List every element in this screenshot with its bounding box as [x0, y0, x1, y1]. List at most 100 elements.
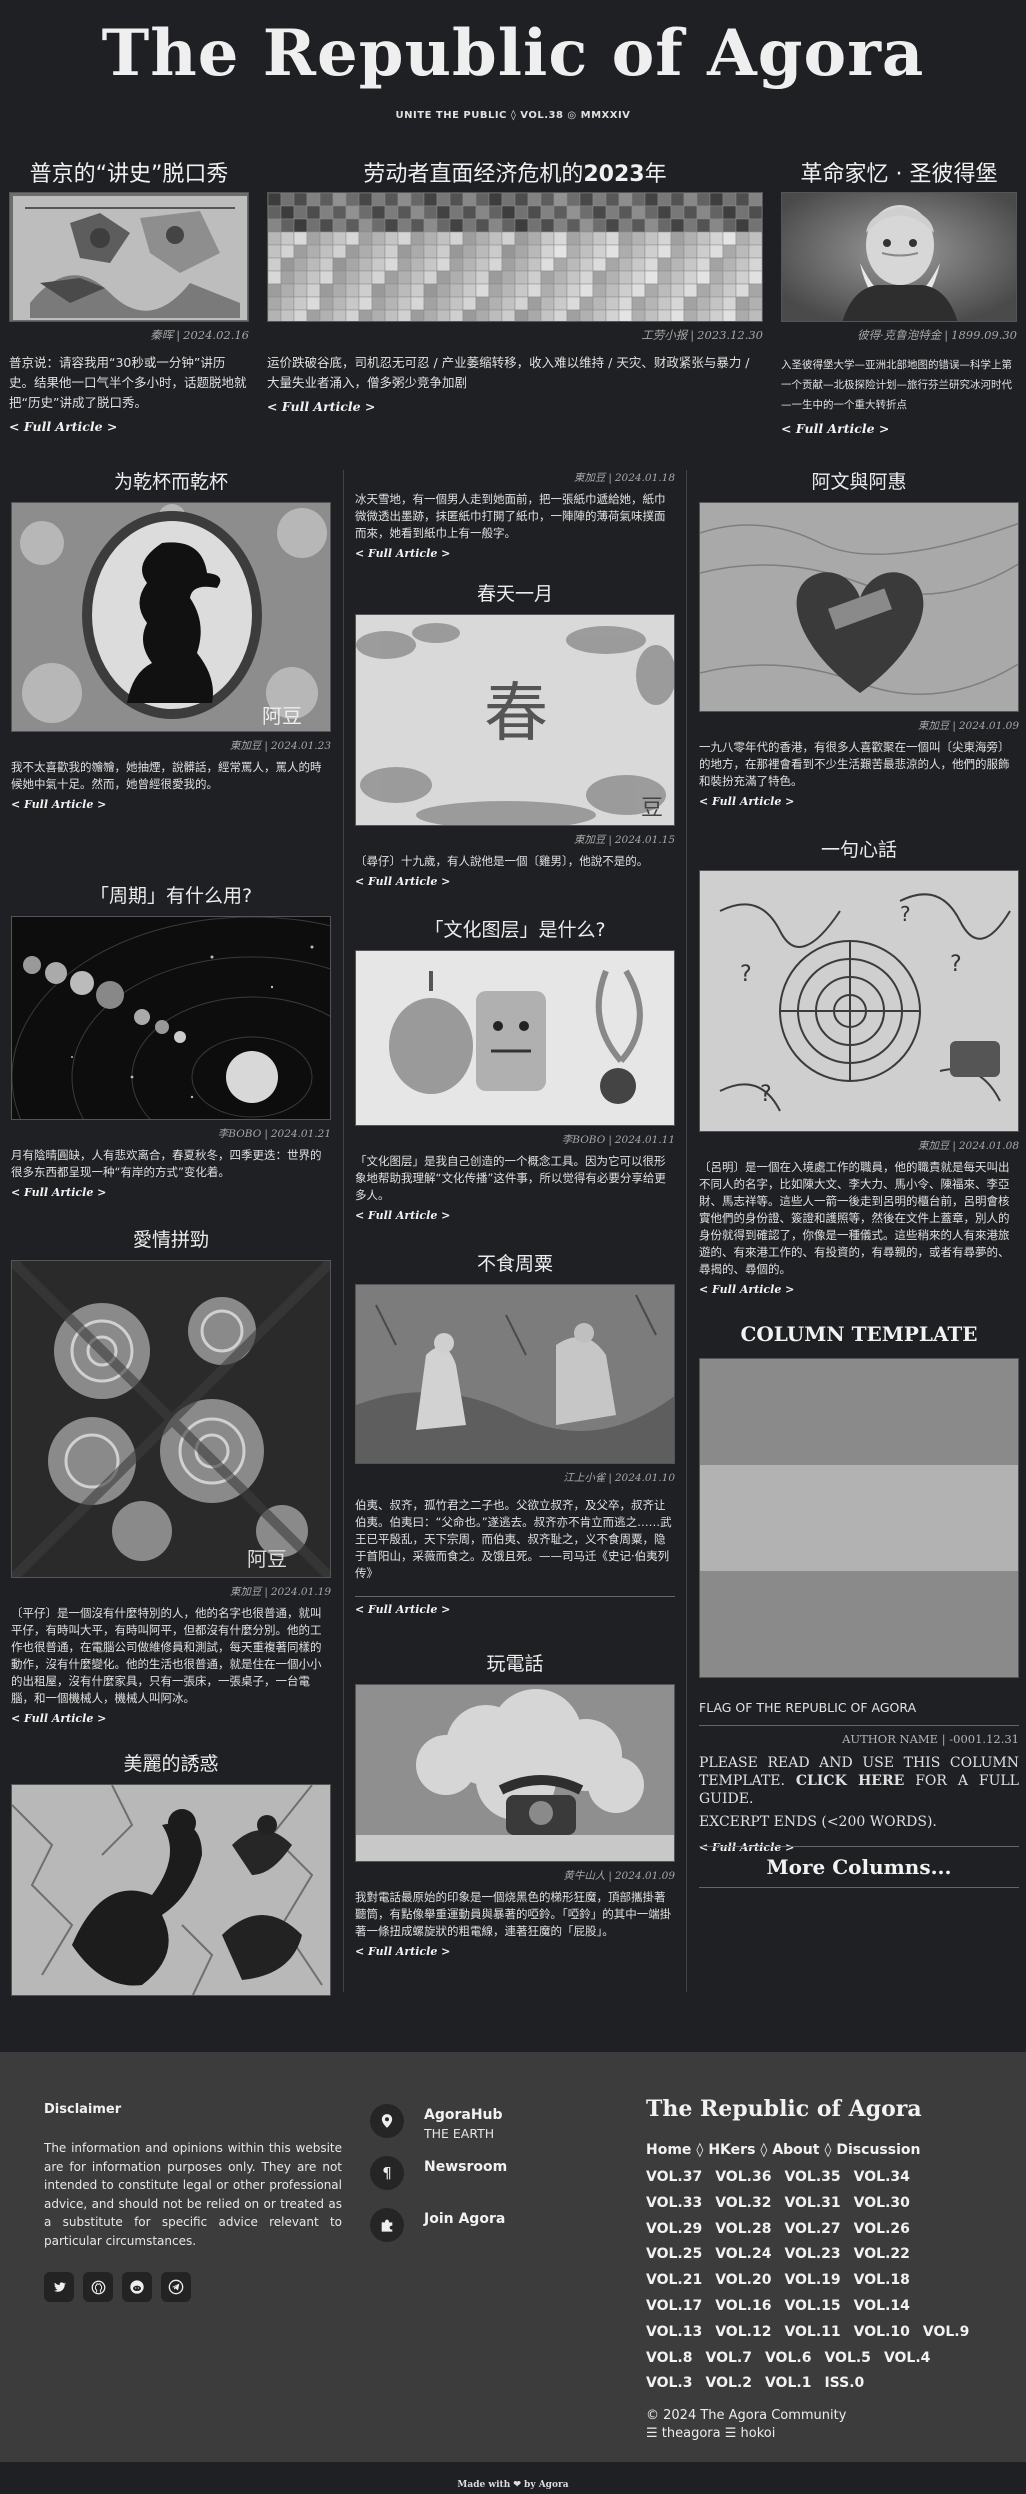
volume-link[interactable]: VOL.34	[854, 2165, 910, 2191]
nav-about[interactable]: About	[772, 2142, 819, 2158]
newsroom-link[interactable]: ¶ Newsroom	[370, 2156, 620, 2194]
feature-title[interactable]: 革命家忆 · 圣彼得堡	[781, 158, 1017, 192]
volume-link[interactable]: VOL.25	[646, 2242, 702, 2268]
article-image[interactable]	[699, 502, 1019, 712]
volume-link[interactable]: VOL.29	[646, 2217, 702, 2243]
github-icon[interactable]	[83, 2272, 113, 2302]
article-title[interactable]: 春天一月	[355, 582, 675, 606]
article-title[interactable]: 为乾杯而乾杯	[11, 470, 331, 494]
reddit-icon[interactable]	[122, 2272, 152, 2302]
article-title[interactable]: 玩電話	[355, 1652, 675, 1676]
feature-image[interactable]	[267, 192, 763, 322]
author-name[interactable]: 東加豆	[230, 740, 262, 752]
volume-link[interactable]: VOL.11	[784, 2320, 840, 2346]
author-name[interactable]: AUTHOR NAME	[842, 1732, 938, 1746]
join-agora-link[interactable]: Join Agora	[370, 2208, 620, 2246]
volume-link[interactable]: VOL.15	[784, 2294, 840, 2320]
volume-link[interactable]: VOL.17	[646, 2294, 702, 2320]
telegram-icon[interactable]	[161, 2272, 191, 2302]
nav-home[interactable]: Home	[646, 2142, 691, 2158]
volume-link[interactable]: VOL.26	[854, 2217, 910, 2243]
volume-link[interactable]: VOL.36	[715, 2165, 771, 2191]
volume-link[interactable]: VOL.37	[646, 2165, 702, 2191]
volume-link[interactable]: VOL.16	[715, 2294, 771, 2320]
volume-link[interactable]: VOL.33	[646, 2191, 702, 2217]
article-title[interactable]: 「文化图层」是什么?	[355, 918, 675, 942]
nav-hkers[interactable]: HKers	[708, 2142, 755, 2158]
volume-link[interactable]: VOL.19	[784, 2268, 840, 2294]
volume-link[interactable]: VOL.5	[824, 2346, 870, 2372]
footer-brand[interactable]: The Republic of Agora	[646, 2096, 986, 2122]
volume-link[interactable]: VOL.21	[646, 2268, 702, 2294]
author-name[interactable]: 東加豆	[918, 720, 950, 732]
feature-title[interactable]: 普京的“讲史”脱口秀	[9, 158, 249, 192]
full-article-link[interactable]: < Full Article >	[699, 795, 794, 808]
full-article-link[interactable]: < Full Article >	[11, 1186, 106, 1199]
article-image[interactable]: 阿豆	[11, 1260, 331, 1578]
volume-link[interactable]: VOL.6	[765, 2346, 811, 2372]
author-name[interactable]: 東加豆	[230, 1586, 262, 1598]
volume-link[interactable]: VOL.24	[715, 2242, 771, 2268]
full-article-link[interactable]: < Full Article >	[355, 875, 450, 888]
volume-link[interactable]: VOL.7	[705, 2346, 751, 2372]
author-name[interactable]: 李BOBO	[218, 1128, 262, 1140]
full-article-link[interactable]: < Full Article >	[355, 1209, 450, 1222]
article-image[interactable]	[11, 916, 331, 1120]
article-title[interactable]: 愛情拼勁	[11, 1228, 331, 1252]
volume-link[interactable]: VOL.32	[715, 2191, 771, 2217]
volume-link[interactable]: VOL.14	[854, 2294, 910, 2320]
feature-image[interactable]	[781, 192, 1017, 322]
full-article-link[interactable]: < Full Article >	[9, 419, 117, 434]
article-image[interactable]	[355, 950, 675, 1126]
guide-link[interactable]: CLICK HERE	[796, 1773, 904, 1789]
volume-link[interactable]: VOL.3	[646, 2371, 692, 2397]
volume-link[interactable]: VOL.30	[854, 2191, 910, 2217]
author-name[interactable]: 東加豆	[574, 472, 606, 484]
volume-link[interactable]: VOL.4	[884, 2346, 930, 2372]
nav-discussion[interactable]: Discussion	[836, 2142, 920, 2158]
volume-link[interactable]: VOL.23	[784, 2242, 840, 2268]
social-handles[interactable]: ☰ theagora ☰ hokoi	[646, 2425, 986, 2443]
author-name[interactable]: 工劳小报	[641, 328, 687, 342]
more-columns-link[interactable]: More Columns...	[699, 1855, 1019, 1879]
article-image[interactable]: 春 豆	[355, 614, 675, 826]
article-image[interactable]: ? ? ? ?	[699, 870, 1019, 1132]
agorahub-link[interactable]: AgoraHub THE EARTH	[370, 2104, 620, 2142]
feature-title[interactable]: 劳动者直面经济危机的2023年	[267, 158, 763, 192]
volume-link[interactable]: VOL.9	[923, 2320, 969, 2346]
volume-link[interactable]: VOL.22	[854, 2242, 910, 2268]
volume-link[interactable]: VOL.8	[646, 2346, 692, 2372]
volume-link[interactable]: VOL.10	[854, 2320, 910, 2346]
article-title[interactable]: 「周期」有什么用?	[11, 884, 331, 908]
full-article-link[interactable]: < Full Article >	[11, 1712, 106, 1725]
article-title[interactable]: 不食周粟	[355, 1252, 675, 1276]
author-name[interactable]: 李BOBO	[562, 1134, 606, 1146]
volume-link[interactable]: VOL.20	[715, 2268, 771, 2294]
author-name[interactable]: 東加豆	[918, 1140, 950, 1152]
full-article-link[interactable]: < Full Article >	[355, 547, 450, 560]
full-article-link[interactable]: < Full Article >	[355, 1945, 450, 1958]
feature-image[interactable]	[9, 192, 249, 322]
site-title[interactable]: The Republic of Agora	[0, 18, 1026, 90]
full-article-link[interactable]: < Full Article >	[355, 1603, 450, 1616]
volume-link[interactable]: VOL.2	[705, 2371, 751, 2397]
article-image[interactable]	[355, 1684, 675, 1862]
volume-link[interactable]: VOL.1	[765, 2371, 811, 2397]
volume-link[interactable]: VOL.18	[854, 2268, 910, 2294]
author-name[interactable]: 江上小雀	[563, 1472, 605, 1484]
flag-image[interactable]	[699, 1358, 1019, 1678]
author-name[interactable]: 秦晖	[150, 328, 173, 342]
volume-link[interactable]: VOL.28	[715, 2217, 771, 2243]
article-image[interactable]	[355, 1284, 675, 1464]
volume-link[interactable]: ISS.0	[824, 2371, 864, 2397]
volume-link[interactable]: VOL.27	[784, 2217, 840, 2243]
template-title[interactable]: COLUMN TEMPLATE	[699, 1322, 1019, 1346]
article-title[interactable]: 阿文與阿惠	[699, 470, 1019, 494]
article-title[interactable]: 美麗的誘惑	[11, 1752, 331, 1776]
full-article-link[interactable]: < Full Article >	[699, 1283, 794, 1296]
article-image[interactable]: 阿豆	[11, 502, 331, 732]
volume-link[interactable]: VOL.35	[784, 2165, 840, 2191]
volume-link[interactable]: VOL.12	[715, 2320, 771, 2346]
author-name[interactable]: 東加豆	[574, 834, 606, 846]
volume-link[interactable]: VOL.31	[784, 2191, 840, 2217]
